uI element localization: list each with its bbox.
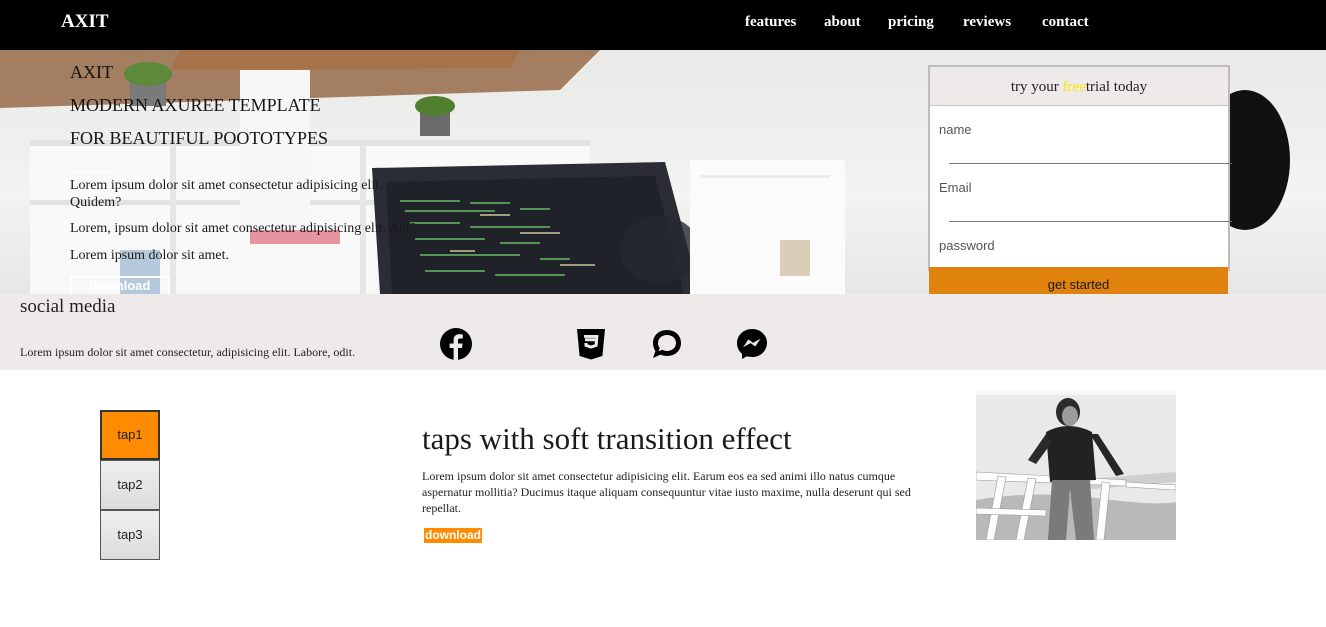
tab-tap3[interactable]: tap3 [100,510,160,560]
messenger-icon[interactable] [735,327,769,361]
signup-heading-prefix: try your [1010,79,1063,95]
tab-tap2[interactable]: tap2 [100,460,160,510]
hero-subtitle-line2: FOR BEAUTIFUL POOTOTYPES [70,128,329,148]
tab-content-title: taps with soft transition effect [422,421,792,456]
hero-title: AXIT [70,62,113,82]
password-field[interactable] [949,251,1229,267]
nav-link-contact[interactable]: contact [1042,14,1089,31]
top-navbar: AXIT features about pricing reviews cont… [0,0,1326,50]
signup-heading: try your freetrial today [930,67,1228,106]
hero-download-button[interactable]: download [70,276,170,294]
hero-subtitle-line1: MODERN AXUREE TEMPLATE [70,95,321,115]
nav-link-about[interactable]: about [824,14,861,31]
tab-content-download-button[interactable]: download [424,528,482,543]
social-media-section: social media Lorem ipsum dolor sit amet … [0,294,1326,370]
name-underline [949,163,1232,164]
css3-icon[interactable] [574,327,608,361]
social-media-title: social media [20,296,116,317]
brand-logo[interactable]: AXIT [61,11,109,33]
hero-paragraph-2: Lorem, ipsum dolor sit amet consectetur … [70,221,417,236]
hero-paragraph-3: Lorem ipsum dolor sit amet. [70,248,230,263]
facebook-icon[interactable] [439,327,473,361]
nav-link-reviews[interactable]: reviews [963,14,1011,31]
name-label: name [939,122,972,137]
nav-link-features[interactable]: features [745,14,796,31]
tab-tap1[interactable]: tap1 [100,410,160,460]
man-on-balcony-photo [976,390,1176,540]
hero-paragraph-1: Lorem ipsum dolor sit amet consectetur a… [70,178,383,210]
email-label: Email [939,180,972,195]
nav-link-pricing[interactable]: pricing [888,14,934,31]
hero-divider [70,171,112,172]
email-underline [949,221,1232,222]
signup-heading-suffix: trial today [1085,79,1148,95]
email-field[interactable] [949,199,1229,221]
signup-heading-highlight: free [1062,79,1086,95]
chat-bubble-icon[interactable] [650,327,684,361]
name-field[interactable] [949,141,1229,163]
tab-content-text: Lorem ipsum dolor sit amet consectetur a… [422,469,911,515]
signup-form: try your freetrial today name Email pass… [928,65,1232,271]
social-media-text: Lorem ipsum dolor sit amet consectetur, … [20,345,356,359]
